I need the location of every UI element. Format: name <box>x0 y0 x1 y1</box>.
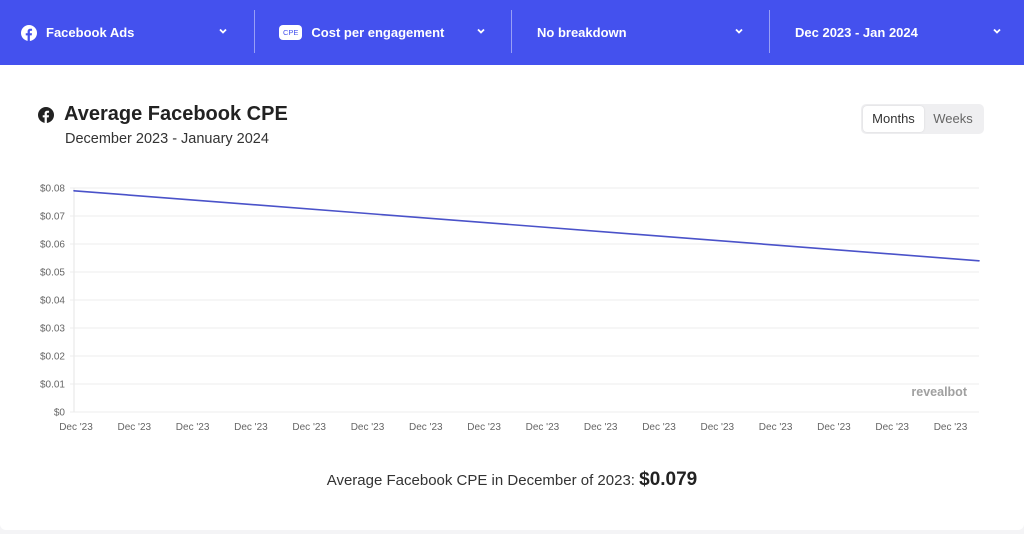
y-tick-label: $0.08 <box>40 184 65 195</box>
x-tick-label: Dec '23 <box>409 422 443 433</box>
data-point <box>73 190 75 192</box>
y-tick-label: $0.04 <box>40 296 65 307</box>
data-point <box>978 260 980 262</box>
y-tick-label: $0.02 <box>40 352 65 363</box>
cpe-badge: CPE <box>279 25 303 40</box>
y-tick-label: $0.06 <box>40 240 65 251</box>
breakdown-label: No breakdown <box>537 25 627 40</box>
x-tick-label: Dec '23 <box>118 422 152 433</box>
watermark: revealbot <box>911 385 967 399</box>
y-tick-label: $0.05 <box>40 268 65 279</box>
date-range-label: Dec 2023 - Jan 2024 <box>795 25 918 40</box>
series-line <box>73 190 980 262</box>
divider <box>511 10 512 53</box>
x-tick-label: Dec '23 <box>467 422 501 433</box>
series <box>73 190 980 262</box>
x-tick-label: Dec '23 <box>934 422 968 433</box>
summary-text: Average Facebook CPE in December of 2023… <box>326 472 640 489</box>
source-label: Facebook Ads <box>46 25 135 40</box>
divider <box>769 10 770 53</box>
x-tick-label: Dec '23 <box>701 422 735 433</box>
x-tick-label: Dec '23 <box>642 422 676 433</box>
x-tick-label: Dec '23 <box>526 422 560 433</box>
date-range-selector[interactable]: Dec 2023 - Jan 2024 <box>795 0 1005 65</box>
facebook-icon <box>21 24 37 41</box>
x-tick-label: Dec '23 <box>875 422 909 433</box>
grid <box>70 187 979 413</box>
x-axis: Dec '23 Dec '23 Dec '23 Dec '23 Dec '23 Dec '… <box>59 422 968 433</box>
divider <box>254 10 255 53</box>
line-chart: $0 $0.01 $0.02 $0.03 $0.04 $0.05 $0.06 $0.07 $0.… <box>40 184 980 433</box>
x-tick-label: Dec '23 <box>59 422 93 433</box>
x-tick-label: Dec '23 <box>817 422 851 433</box>
metric-label: Cost per engagement <box>311 25 445 40</box>
summary-value: $0.079 <box>639 469 698 490</box>
chevron-down-icon <box>477 28 485 34</box>
y-tick-label: $0.03 <box>40 324 65 335</box>
x-tick-label: Dec '23 <box>292 422 326 433</box>
source-selector[interactable]: Facebook Ads <box>21 0 231 65</box>
x-tick-label: Dec '23 <box>234 422 268 433</box>
metric-selector[interactable]: CPE Cost per engagement <box>279 0 489 65</box>
x-tick-label: Dec '23 <box>176 422 210 433</box>
breakdown-selector[interactable]: No breakdown <box>537 0 747 65</box>
top-filter-bar: Facebook Ads CPE Cost per engagement No … <box>0 0 1024 65</box>
chevron-down-icon <box>735 28 743 34</box>
summary: Average Facebook CPE in December of 2023… <box>0 469 1024 491</box>
y-tick-label: $0 <box>54 408 66 419</box>
chevron-down-icon <box>993 28 1001 34</box>
y-tick-label: $0.01 <box>40 380 65 391</box>
y-axis: $0 $0.01 $0.02 $0.03 $0.04 $0.05 $0.06 $0.07 $0.… <box>40 184 65 419</box>
x-tick-label: Dec '23 <box>584 422 618 433</box>
x-tick-label: Dec '23 <box>759 422 793 433</box>
y-tick-label: $0.07 <box>40 212 65 223</box>
x-tick-label: Dec '23 <box>351 422 385 433</box>
chevron-down-icon <box>219 28 227 34</box>
